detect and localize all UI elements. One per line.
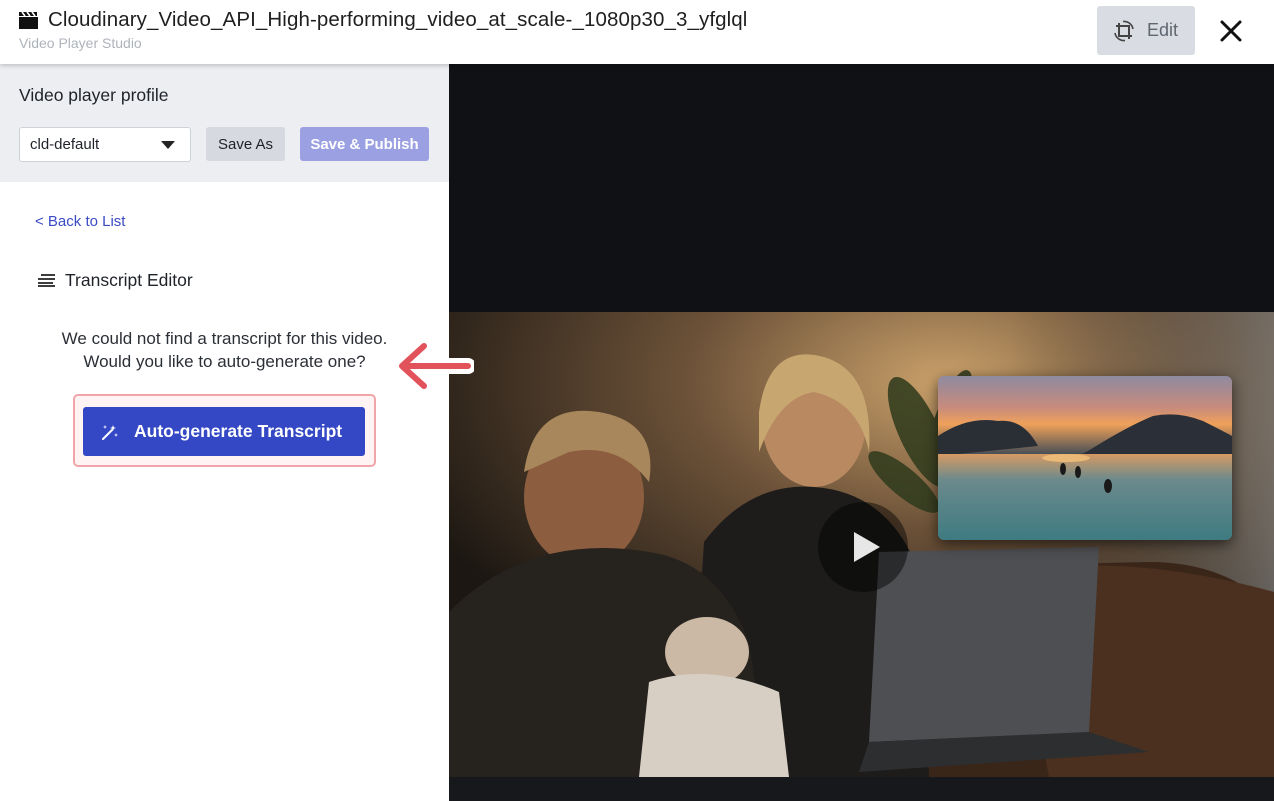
transcript-editor-title: Transcript Editor (65, 269, 193, 290)
transcript-editor-heading: Transcript Editor (36, 269, 193, 291)
auto-generate-transcript-button[interactable]: Auto-generate Transcript (83, 407, 365, 456)
save-publish-button[interactable]: Save & Publish (300, 127, 429, 161)
app-header: Cloudinary_Video_API_High-performing_vid… (0, 0, 1274, 64)
profile-label: Video player profile (19, 85, 169, 105)
close-icon[interactable] (1216, 16, 1246, 46)
clapperboard-icon (19, 11, 38, 29)
profile-select-value: cld-default (30, 136, 100, 153)
edit-label: Edit (1147, 20, 1179, 40)
video-player[interactable] (449, 64, 1274, 801)
chevron-down-icon (161, 141, 175, 149)
video-thumbnail[interactable] (938, 376, 1232, 540)
app-subtitle: Video Player Studio (19, 35, 142, 51)
arrow-left-icon (394, 338, 474, 394)
text-lines-icon (38, 274, 55, 287)
play-icon[interactable] (818, 502, 908, 592)
magic-wand-icon (102, 425, 118, 440)
crop-rotate-icon (1114, 20, 1134, 42)
save-as-button[interactable]: Save As (206, 127, 285, 161)
video-title: Cloudinary_Video_API_High-performing_vid… (48, 8, 748, 31)
message-line-2: Would you like to auto-generate one? (83, 352, 366, 371)
profile-select[interactable]: cld-default (19, 127, 191, 162)
profile-section: Video player profile cld-default Save As… (0, 64, 449, 182)
auto-generate-label: Auto-generate Transcript (134, 421, 343, 441)
video-controls-bar[interactable] (449, 777, 1274, 801)
back-to-list-link[interactable]: < Back to List (35, 213, 125, 230)
message-line-1: We could not find a transcript for this … (61, 329, 388, 348)
edit-button[interactable]: Edit (1097, 6, 1195, 55)
no-transcript-message: We could not find a transcript for this … (0, 327, 449, 373)
left-panel: Video player profile cld-default Save As… (0, 64, 449, 801)
